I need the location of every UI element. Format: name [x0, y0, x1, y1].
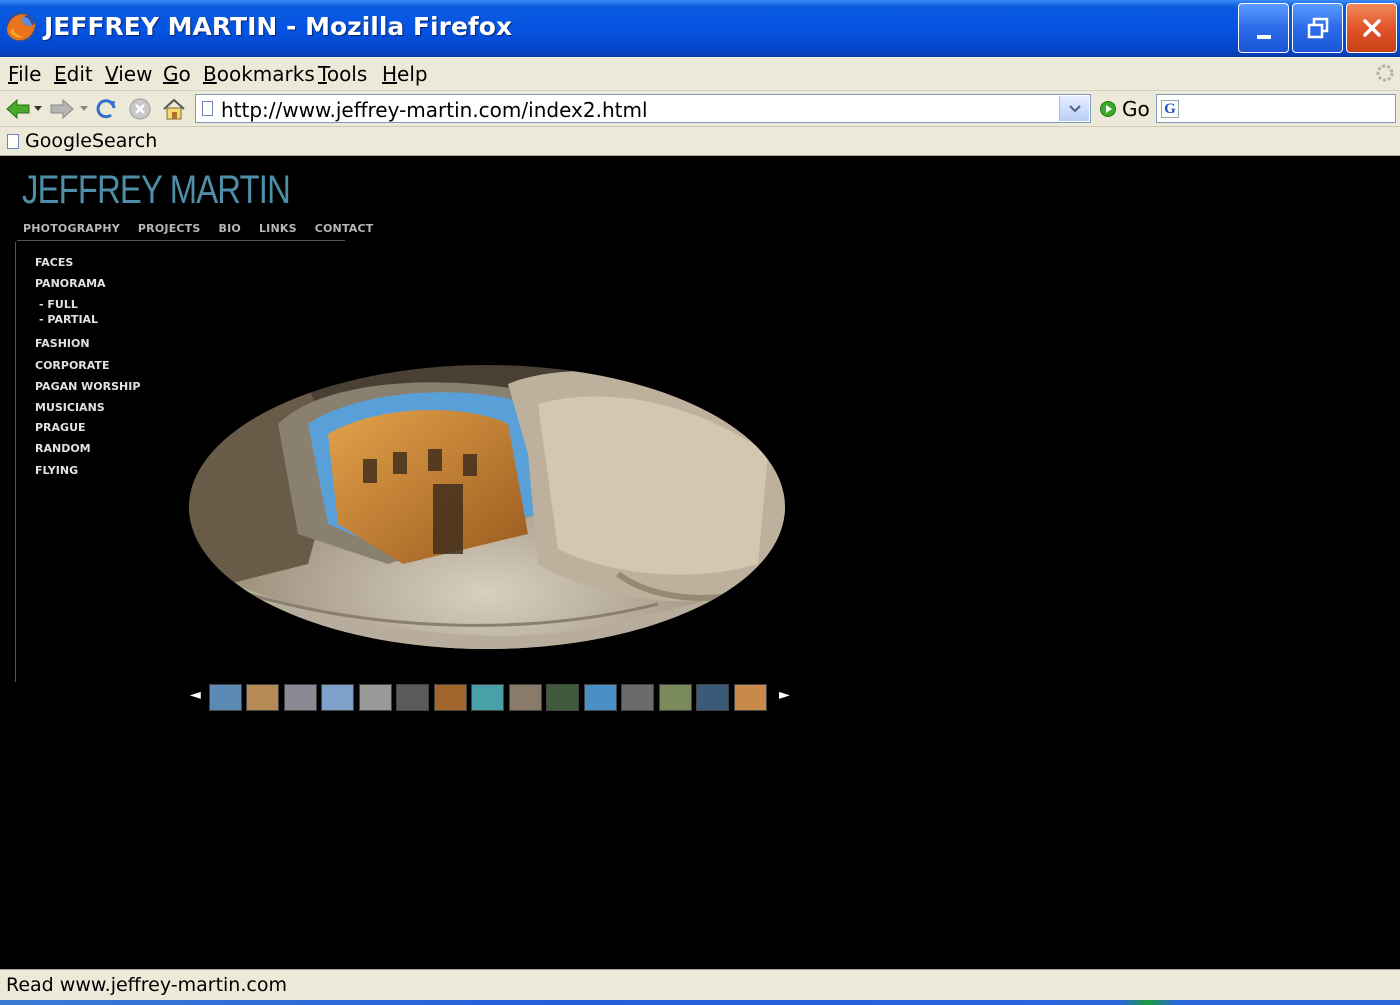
thumbnail[interactable]	[509, 684, 542, 711]
forward-button[interactable]	[48, 95, 76, 123]
close-icon	[1362, 19, 1381, 37]
stop-icon	[129, 98, 151, 120]
nav-divider	[17, 240, 345, 241]
thumbnail[interactable]	[546, 684, 579, 711]
gallery-random[interactable]: RANDOM	[35, 442, 91, 455]
gallery-corporate[interactable]: CORPORATE	[35, 359, 109, 372]
menu-tools[interactable]: Tools	[318, 62, 367, 86]
thumbnail[interactable]	[471, 684, 504, 711]
minimize-button[interactable]	[1238, 3, 1289, 53]
gallery-flying[interactable]: FLYING	[35, 464, 78, 477]
site-title[interactable]: JEFFREY MARTIN	[22, 168, 291, 213]
home-button[interactable]	[160, 95, 188, 123]
nav-links[interactable]: LINKS	[259, 222, 297, 235]
go-label: Go	[1122, 97, 1150, 121]
go-arrow-icon	[1100, 101, 1116, 117]
url-history-dropdown[interactable]	[1059, 96, 1089, 121]
thumbnail[interactable]	[396, 684, 429, 711]
nav-bio[interactable]: BIO	[219, 222, 241, 235]
page-icon	[7, 133, 19, 149]
throbber-icon	[1376, 64, 1394, 82]
thumbnail[interactable]	[696, 684, 729, 711]
thumbnail[interactable]	[584, 684, 617, 711]
back-history-dropdown[interactable]	[31, 95, 45, 123]
gallery-fashion[interactable]: FASHION	[35, 337, 90, 350]
sidebar-divider	[15, 242, 16, 682]
thumbnail[interactable]	[434, 684, 467, 711]
menu-bookmarks[interactable]: Bookmarks	[203, 62, 315, 86]
panorama-image[interactable]	[188, 364, 786, 650]
status-text: Read www.jeffrey-martin.com	[6, 974, 287, 996]
firefox-logo-icon	[6, 12, 36, 42]
thumbnail[interactable]	[246, 684, 279, 711]
gallery-panorama-partial[interactable]: - PARTIAL	[39, 313, 98, 326]
reload-button[interactable]	[92, 95, 120, 123]
prev-thumbs-button[interactable]: ◄	[190, 687, 201, 703]
menu-bar: File Edit View Go Bookmarks Tools Help	[0, 57, 1400, 91]
next-thumbs-button[interactable]: ►	[779, 687, 790, 703]
gallery-pagan-worship[interactable]: PAGAN WORSHIP	[35, 380, 140, 393]
stop-button[interactable]	[126, 95, 154, 123]
close-button[interactable]	[1346, 3, 1397, 53]
page-icon	[202, 101, 213, 116]
gallery-panorama-full[interactable]: - FULL	[39, 298, 78, 311]
thumbnail[interactable]	[284, 684, 317, 711]
nav-contact[interactable]: CONTACT	[315, 222, 374, 235]
maximize-button[interactable]	[1292, 3, 1343, 53]
menu-help[interactable]: Help	[382, 62, 428, 86]
go-button[interactable]: Go	[1100, 97, 1150, 121]
bookmark-googlesearch[interactable]: GoogleSearch	[7, 130, 157, 152]
reload-icon	[96, 99, 116, 119]
thumbnail[interactable]	[734, 684, 767, 711]
back-button[interactable]	[4, 95, 32, 123]
menu-file[interactable]: File	[8, 62, 41, 86]
thumbnail[interactable]	[621, 684, 654, 711]
gallery-musicians[interactable]: MUSICIANS	[35, 401, 105, 414]
search-box[interactable]: G	[1156, 94, 1396, 123]
google-search-engine-icon[interactable]: G	[1161, 100, 1179, 118]
chevron-down-icon	[80, 106, 88, 111]
forward-arrow-icon	[50, 98, 74, 120]
address-input[interactable]: http://www.jeffrey-martin.com/index2.htm…	[221, 98, 648, 122]
gallery-panorama[interactable]: PANORAMA	[35, 277, 106, 290]
menu-edit[interactable]: Edit	[54, 62, 93, 86]
bookmark-label: GoogleSearch	[25, 130, 158, 152]
navigation-toolbar: http://www.jeffrey-martin.com/index2.htm…	[0, 91, 1400, 127]
gallery-faces[interactable]: FACES	[35, 256, 73, 269]
thumbnail[interactable]	[209, 684, 242, 711]
menu-view[interactable]: View	[105, 62, 152, 86]
status-bar: Read www.jeffrey-martin.com	[0, 969, 1400, 1000]
chevron-down-icon	[1068, 104, 1081, 112]
page-content: JEFFREY MARTIN PHOTOGRAPHY PROJECTS BIO …	[0, 156, 1400, 969]
bookmarks-toolbar: GoogleSearch	[0, 127, 1400, 156]
nav-projects[interactable]: PROJECTS	[138, 222, 201, 235]
nav-photography[interactable]: PHOTOGRAPHY	[23, 222, 120, 235]
gallery-prague[interactable]: PRAGUE	[35, 421, 86, 434]
title-bar[interactable]: JEFFREY MARTIN - Mozilla Firefox	[0, 0, 1400, 57]
back-arrow-icon	[6, 98, 30, 120]
window-title: JEFFREY MARTIN - Mozilla Firefox	[44, 12, 513, 41]
home-icon	[163, 98, 185, 120]
top-navigation: PHOTOGRAPHY PROJECTS BIO LINKS CONTACT	[23, 222, 374, 235]
minimize-icon	[1256, 35, 1271, 39]
forward-history-dropdown[interactable]	[77, 95, 91, 123]
address-bar[interactable]: http://www.jeffrey-martin.com/index2.htm…	[195, 94, 1091, 123]
taskbar-edge	[0, 1000, 1400, 1005]
thumbnail[interactable]	[659, 684, 692, 711]
restore-icon	[1307, 17, 1328, 39]
browser-window: JEFFREY MARTIN - Mozilla Firefox File Ed…	[0, 0, 1400, 1005]
chevron-down-icon	[34, 106, 42, 111]
thumbnail[interactable]	[359, 684, 392, 711]
thumbnail[interactable]	[321, 684, 354, 711]
menu-go[interactable]: Go	[163, 62, 191, 86]
